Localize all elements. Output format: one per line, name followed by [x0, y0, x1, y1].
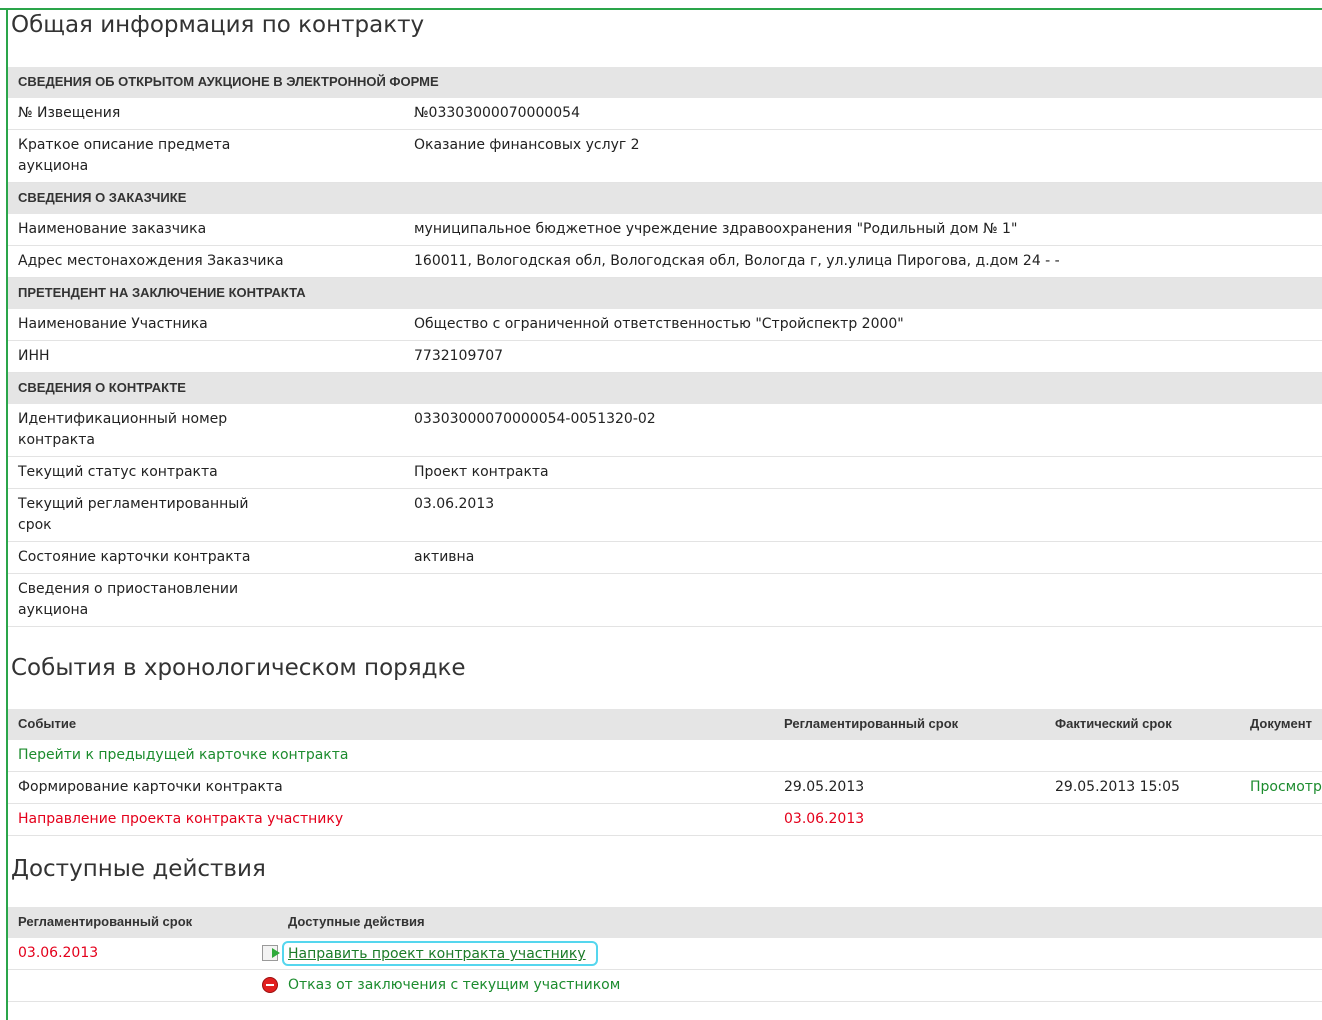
general-info-table: СВЕДЕНИЯ ОБ ОТКРЫТОМ АУКЦИОНЕ В ЭЛЕКТРОН…	[8, 67, 1322, 627]
section-header: СВЕДЕНИЯ О КОНТРАКТЕ	[8, 372, 1322, 404]
stop-icon	[262, 977, 278, 993]
field-label: Сведения о приостановлении аукциона	[8, 573, 404, 627]
view-document-link[interactable]: Просмотр	[1250, 779, 1322, 795]
info-row: ИНН 7732109707	[8, 340, 1322, 373]
prev-card-cell: Перейти к предыдущей карточке контракта	[8, 740, 1322, 772]
field-value	[404, 573, 1322, 627]
info-row: Текущий статус контракта Проект контракт…	[8, 456, 1322, 489]
field-value: 03.06.2013	[404, 488, 1322, 542]
action-deadline: 03.06.2013	[8, 938, 248, 970]
label-text: Сведения о приостановлении аукциона	[18, 581, 239, 618]
field-value: 7732109707	[404, 340, 1322, 373]
prev-card-link[interactable]: Перейти к предыдущей карточке контракта	[18, 747, 348, 763]
col-deadline: Регламентированный срок	[774, 709, 1045, 740]
actions-title: Доступные действия	[11, 856, 266, 882]
field-label: Адрес местонахождения Заказчика	[8, 245, 404, 278]
event-name: Формирование карточки контракта	[8, 771, 774, 804]
general-info-title: Общая информация по контракту	[11, 12, 425, 38]
action-icon-cell	[248, 969, 286, 1002]
field-value: муниципальное бюджетное учреждение здрав…	[404, 214, 1322, 246]
event-document-cell: Просмотр	[1240, 771, 1322, 804]
info-row: Сведения о приостановлении аукциона	[8, 573, 1322, 627]
field-label: Идентификационный номер контракта	[8, 404, 404, 457]
col-action-icon	[248, 907, 286, 938]
field-value: 160011, Вологодская обл, Вологодская обл…	[404, 245, 1322, 278]
field-label: Наименование Участника	[8, 309, 404, 341]
event-name: Направление проекта контракта участнику	[8, 803, 774, 836]
col-actual: Фактический срок	[1045, 709, 1240, 740]
field-label: Текущий регламентированный срок	[8, 488, 404, 542]
field-label: ИНН	[8, 340, 404, 373]
event-deadline: 03.06.2013	[774, 803, 1045, 836]
label-text: Краткое описание предмета аукциона	[18, 137, 231, 174]
action-deadline	[8, 969, 248, 1002]
field-value: Общество с ограниченной ответственностью…	[404, 309, 1322, 341]
section-header: СВЕДЕНИЯ ОБ ОТКРЫТОМ АУКЦИОНЕ В ЭЛЕКТРОН…	[8, 67, 1322, 98]
info-row: Текущий регламентированный срок 03.06.20…	[8, 488, 1322, 542]
event-row: Формирование карточки контракта 29.05.20…	[8, 771, 1322, 804]
event-actual	[1045, 803, 1240, 836]
action-link-cell: Направить проект контракта участнику	[282, 938, 1322, 970]
field-label: Краткое описание предмета аукциона	[8, 129, 404, 183]
action-link-cell: Отказ от заключения с текущим участником	[286, 969, 1322, 1002]
field-value: Проект контракта	[404, 456, 1322, 489]
info-row: Состояние карточки контракта активна	[8, 541, 1322, 574]
contract-page: Общая информация по контракту СВЕДЕНИЯ О…	[8, 10, 1322, 1002]
section-header: ПРЕТЕНДЕНТ НА ЗАКЛЮЧЕНИЕ КОНТРАКТА	[8, 277, 1322, 309]
col-action-name: Доступные действия	[286, 907, 1322, 938]
col-action-deadline: Регламентированный срок	[8, 907, 248, 938]
event-row: Направление проекта контракта участнику …	[8, 803, 1322, 836]
action-icon-cell	[248, 938, 286, 970]
actions-header-row: Регламентированный срок Доступные действ…	[8, 907, 1322, 938]
label-text: Текущий регламентированный срок	[18, 496, 249, 533]
action-row: 03.06.2013 Направить проект контракта уч…	[8, 938, 1322, 970]
field-value: Оказание финансовых услуг 2	[404, 129, 1322, 183]
document-send-icon	[262, 945, 280, 961]
field-label: Состояние карточки контракта	[8, 541, 404, 574]
col-document: Документ	[1240, 709, 1322, 740]
info-row: Наименование заказчика муниципальное бюд…	[8, 214, 1322, 246]
info-row: Краткое описание предмета аукциона Оказа…	[8, 129, 1322, 183]
info-row: Адрес местонахождения Заказчика 160011, …	[8, 245, 1322, 278]
event-deadline: 29.05.2013	[774, 771, 1045, 804]
field-value: 03303000070000054-0051320-02	[404, 404, 1322, 457]
event-actual: 29.05.2013 15:05	[1045, 771, 1240, 804]
action-row: Отказ от заключения с текущим участником	[8, 969, 1322, 1002]
send-contract-draft-link[interactable]: Направить проект контракта участнику	[282, 941, 598, 966]
refuse-conclusion-link[interactable]: Отказ от заключения с текущим участником	[288, 977, 620, 993]
events-table: Событие Регламентированный срок Фактичес…	[8, 709, 1322, 836]
field-label: Наименование заказчика	[8, 214, 404, 246]
event-row: Перейти к предыдущей карточке контракта	[8, 740, 1322, 772]
col-event: Событие	[8, 709, 774, 740]
info-row: № Извещения №03303000070000054	[8, 98, 1322, 130]
actions-table: Регламентированный срок Доступные действ…	[8, 907, 1322, 1002]
events-header-row: Событие Регламентированный срок Фактичес…	[8, 709, 1322, 740]
label-text: Идентификационный номер контракта	[18, 411, 228, 448]
field-value: активна	[404, 541, 1322, 574]
field-label: Текущий статус контракта	[8, 456, 404, 489]
section-header: СВЕДЕНИЯ О ЗАКАЗЧИКЕ	[8, 182, 1322, 214]
field-label: № Извещения	[8, 98, 404, 130]
event-document	[1240, 803, 1322, 836]
info-row: Идентификационный номер контракта 033030…	[8, 404, 1322, 457]
events-title: События в хронологическом порядке	[11, 655, 466, 681]
info-row: Наименование Участника Общество с ограни…	[8, 309, 1322, 341]
field-value: №03303000070000054	[404, 98, 1322, 130]
